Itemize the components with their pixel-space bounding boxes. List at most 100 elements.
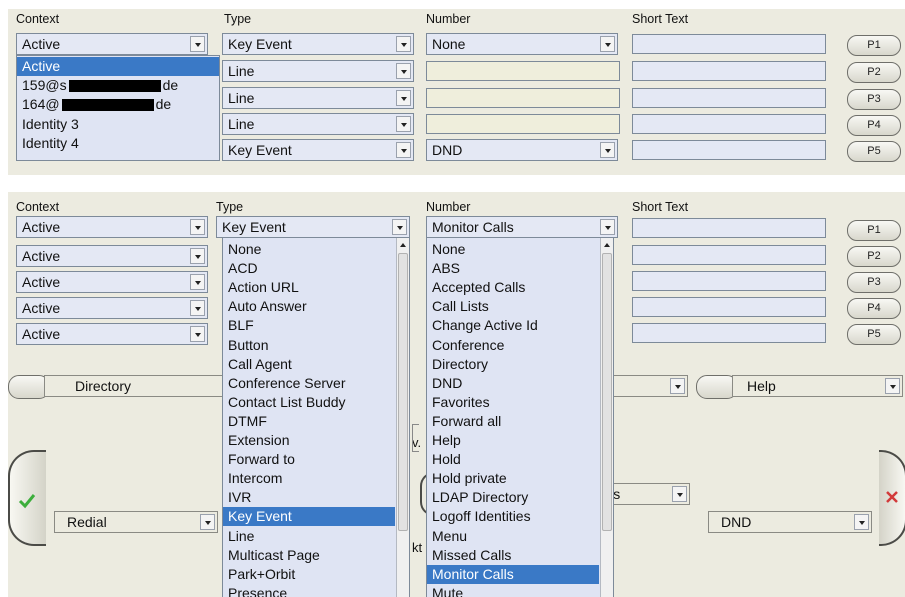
context-option-identity-4[interactable]: Identity 4 [17,134,219,153]
p1-button[interactable]: P1 [847,220,901,241]
type-option[interactable]: ACD [223,259,395,278]
short-text-input-4[interactable] [632,297,826,317]
short-text-input-5[interactable] [632,140,826,160]
chevron-down-icon[interactable] [600,219,615,235]
number-option[interactable]: Logoff Identities [427,507,599,526]
type-option[interactable]: Presence [223,584,395,597]
scroll-up-icon[interactable] [604,243,610,247]
chevron-down-icon[interactable] [396,90,411,106]
type-option[interactable]: Intercom [223,469,395,488]
short-text-input-1[interactable] [632,34,826,54]
number-list-scrollbar[interactable] [600,238,613,597]
type-option[interactable]: None [223,240,395,259]
p4-button[interactable]: P4 [847,115,901,136]
number-option[interactable]: DND [427,374,599,393]
context-select-2[interactable]: Active [16,245,208,267]
short-text-input-2[interactable] [632,245,826,265]
number-select-1[interactable]: Monitor Calls [426,216,618,238]
redial-select[interactable]: Redial [54,511,218,533]
directory-select[interactable]: Directory [44,375,224,397]
p2-button[interactable]: P2 [847,62,901,83]
number-select-1[interactable]: None [426,33,618,55]
cancel-soft-key[interactable] [879,450,905,546]
short-text-input-2[interactable] [632,61,826,81]
type-dropdown-list[interactable]: Presence Park+Orbit Multicast Page Line Key … [222,237,410,597]
help-select[interactable]: Help [732,375,903,397]
p4-button[interactable]: P4 [847,298,901,319]
chevron-down-icon[interactable] [190,274,205,290]
context-select-4[interactable]: Active [16,297,208,319]
short-text-input-4[interactable] [632,114,826,134]
p3-button[interactable]: P3 [847,89,901,110]
context-select-5[interactable]: Active [16,323,208,345]
type-select-2[interactable]: Line [222,60,414,82]
type-option[interactable]: Park+Orbit [223,565,395,584]
number-option[interactable]: Accepted Calls [427,278,599,297]
context-option-identity-1[interactable]: 159@s de [17,76,219,95]
p2-button[interactable]: P2 [847,246,901,267]
type-option[interactable]: Multicast Page [223,546,395,565]
type-option[interactable]: Action URL [223,278,395,297]
ok-soft-key[interactable] [8,450,46,546]
calls-select[interactable]: lls [604,483,690,505]
number-option[interactable]: ABS [427,259,599,278]
p5-button[interactable]: P5 [847,324,901,345]
type-select-1[interactable]: Key Event [222,33,414,55]
context-select-1[interactable]: Active [16,33,208,55]
number-dropdown-list[interactable]: Mute Monitor Calls Missed Calls Menu Logoff … [426,237,614,597]
chevron-down-icon[interactable] [190,36,205,52]
type-select-3[interactable]: Line [222,87,414,109]
short-text-input-3[interactable] [632,88,826,108]
chevron-down-icon[interactable] [392,219,407,235]
number-option[interactable]: Forward all [427,412,599,431]
short-text-input-1[interactable] [632,218,826,238]
context-option-identity-3[interactable]: Identity 3 [17,115,219,134]
number-list-scroll-thumb[interactable] [602,253,612,531]
chevron-down-icon[interactable] [200,514,215,530]
type-select-5[interactable]: Key Event [222,139,414,161]
chevron-down-icon[interactable] [396,36,411,52]
type-option[interactable]: IVR [223,488,395,507]
context-select-1[interactable]: Active [16,216,208,238]
type-option[interactable]: Contact List Buddy [223,393,395,412]
scroll-up-icon[interactable] [400,243,406,247]
type-option[interactable]: BLF [223,316,395,335]
type-option[interactable]: Conference Server [223,374,395,393]
context-option-identity-2[interactable]: 164@ de [17,95,219,114]
chevron-down-icon[interactable] [396,63,411,79]
chevron-down-icon[interactable] [190,300,205,316]
chevron-down-icon[interactable] [854,514,869,530]
type-select-1[interactable]: Key Event [216,216,410,238]
chevron-down-icon[interactable] [600,36,615,52]
number-option[interactable]: Mute [427,584,599,597]
number-option[interactable]: Hold private [427,469,599,488]
short-text-input-5[interactable] [632,323,826,343]
chevron-down-icon[interactable] [396,116,411,132]
context-dropdown-list[interactable]: Active 159@s de 164@ de Identity 3 Identit… [16,55,220,161]
number-option[interactable]: None [427,240,599,259]
type-option[interactable]: Button [223,336,395,355]
type-option[interactable]: DTMF [223,412,395,431]
number-option[interactable]: Call Lists [427,297,599,316]
number-option[interactable]: Menu [427,527,599,546]
number-select-5[interactable]: DND [426,139,618,161]
number-option[interactable]: LDAP Directory [427,488,599,507]
p5-button[interactable]: P5 [847,141,901,162]
chevron-down-icon[interactable] [600,142,615,158]
chevron-down-icon[interactable] [885,378,900,394]
type-option[interactable]: Extension [223,431,395,450]
chevron-down-icon[interactable] [396,142,411,158]
number-option[interactable]: Hold [427,450,599,469]
context-select-3[interactable]: Active [16,271,208,293]
chevron-down-icon[interactable] [670,378,685,394]
type-option[interactable]: Call Agent [223,355,395,374]
chevron-down-icon[interactable] [672,486,687,502]
type-option[interactable]: Key Event [223,507,395,527]
chevron-down-icon[interactable] [190,248,205,264]
type-option[interactable]: Line [223,527,395,546]
short-text-input-3[interactable] [632,271,826,291]
number-option[interactable]: Monitor Calls [427,564,599,584]
type-option[interactable]: Forward to [223,450,395,469]
dnd-select[interactable]: DND [708,511,872,533]
number-option[interactable]: Help [427,431,599,450]
